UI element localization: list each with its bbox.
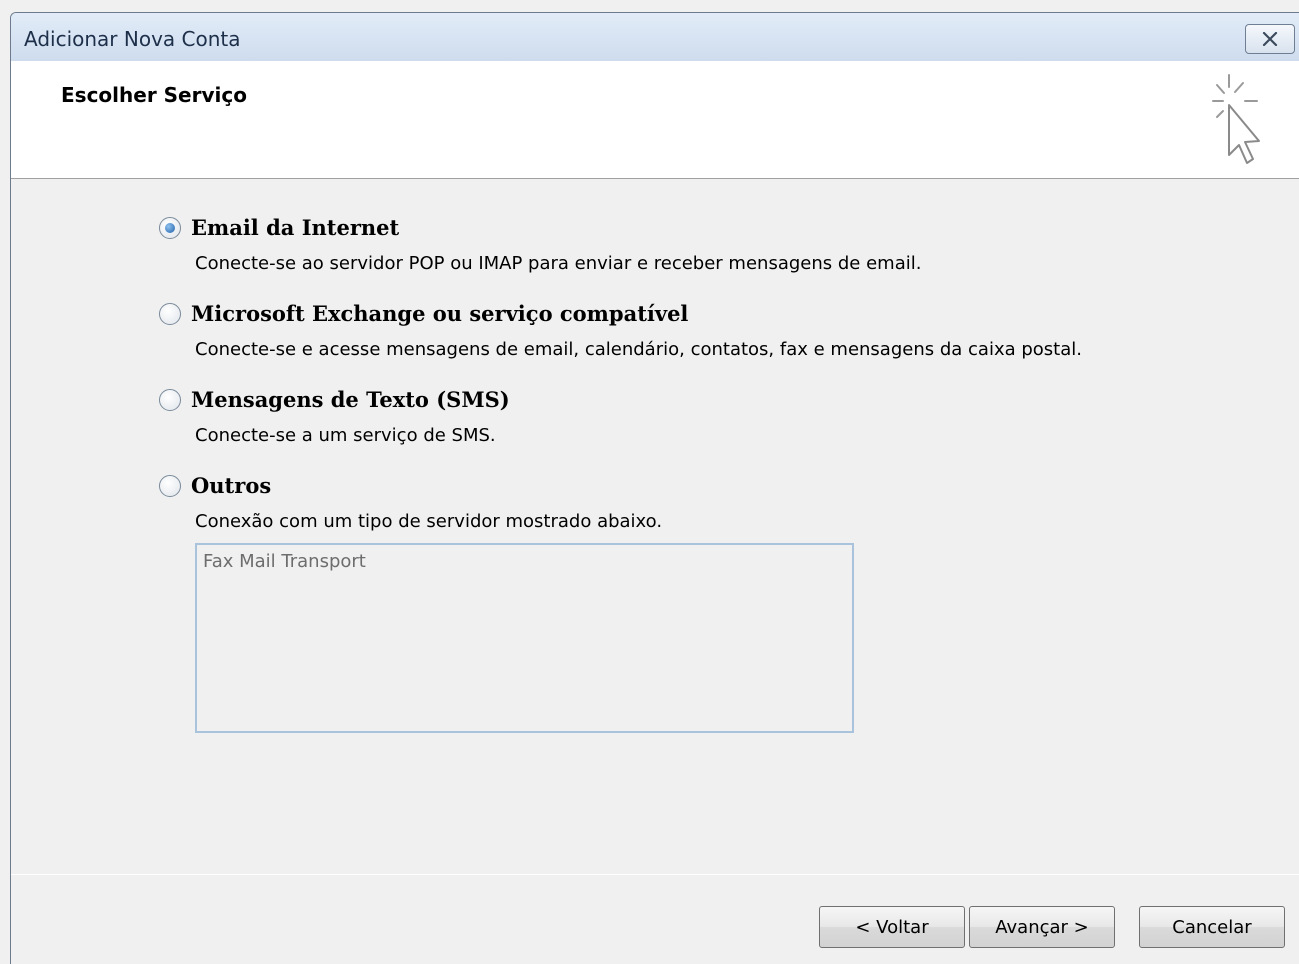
footer-divider xyxy=(11,874,1299,875)
option-label: Outros xyxy=(191,473,272,498)
option-label: Mensagens de Texto (SMS) xyxy=(191,387,510,412)
next-button[interactable]: Avançar > xyxy=(969,906,1115,948)
page-title: Escolher Serviço xyxy=(61,83,247,107)
option-description: Conecte-se e acesse mensagens de email, … xyxy=(195,339,1082,360)
option-description: Conexão com um tipo de servidor mostrado… xyxy=(195,511,663,532)
close-button[interactable] xyxy=(1245,24,1295,54)
radio-microsoft-exchange[interactable] xyxy=(159,303,181,325)
list-item[interactable]: Fax Mail Transport xyxy=(203,551,366,572)
add-account-dialog: Adicionar Nova Conta Escolher Serviço Em… xyxy=(10,12,1299,964)
option-label: Microsoft Exchange ou serviço compatível xyxy=(191,301,689,326)
option-description: Conecte-se ao servidor POP ou IMAP para … xyxy=(195,253,922,274)
option-label: Email da Internet xyxy=(191,215,400,240)
back-button[interactable]: < Voltar xyxy=(819,906,965,948)
cancel-button[interactable]: Cancelar xyxy=(1139,906,1285,948)
wizard-cursor-icon xyxy=(1212,74,1260,164)
radio-internet-email[interactable] xyxy=(159,217,181,239)
option-description: Conecte-se a um serviço de SMS. xyxy=(195,425,496,446)
radio-others[interactable] xyxy=(159,475,181,497)
server-type-list[interactable]: Fax Mail Transport xyxy=(195,543,854,733)
close-icon xyxy=(1262,32,1278,46)
window-title: Adicionar Nova Conta xyxy=(24,27,241,51)
radio-sms[interactable] xyxy=(159,389,181,411)
title-bar[interactable]: Adicionar Nova Conta xyxy=(11,13,1299,61)
header-panel: Escolher Serviço xyxy=(11,61,1299,179)
